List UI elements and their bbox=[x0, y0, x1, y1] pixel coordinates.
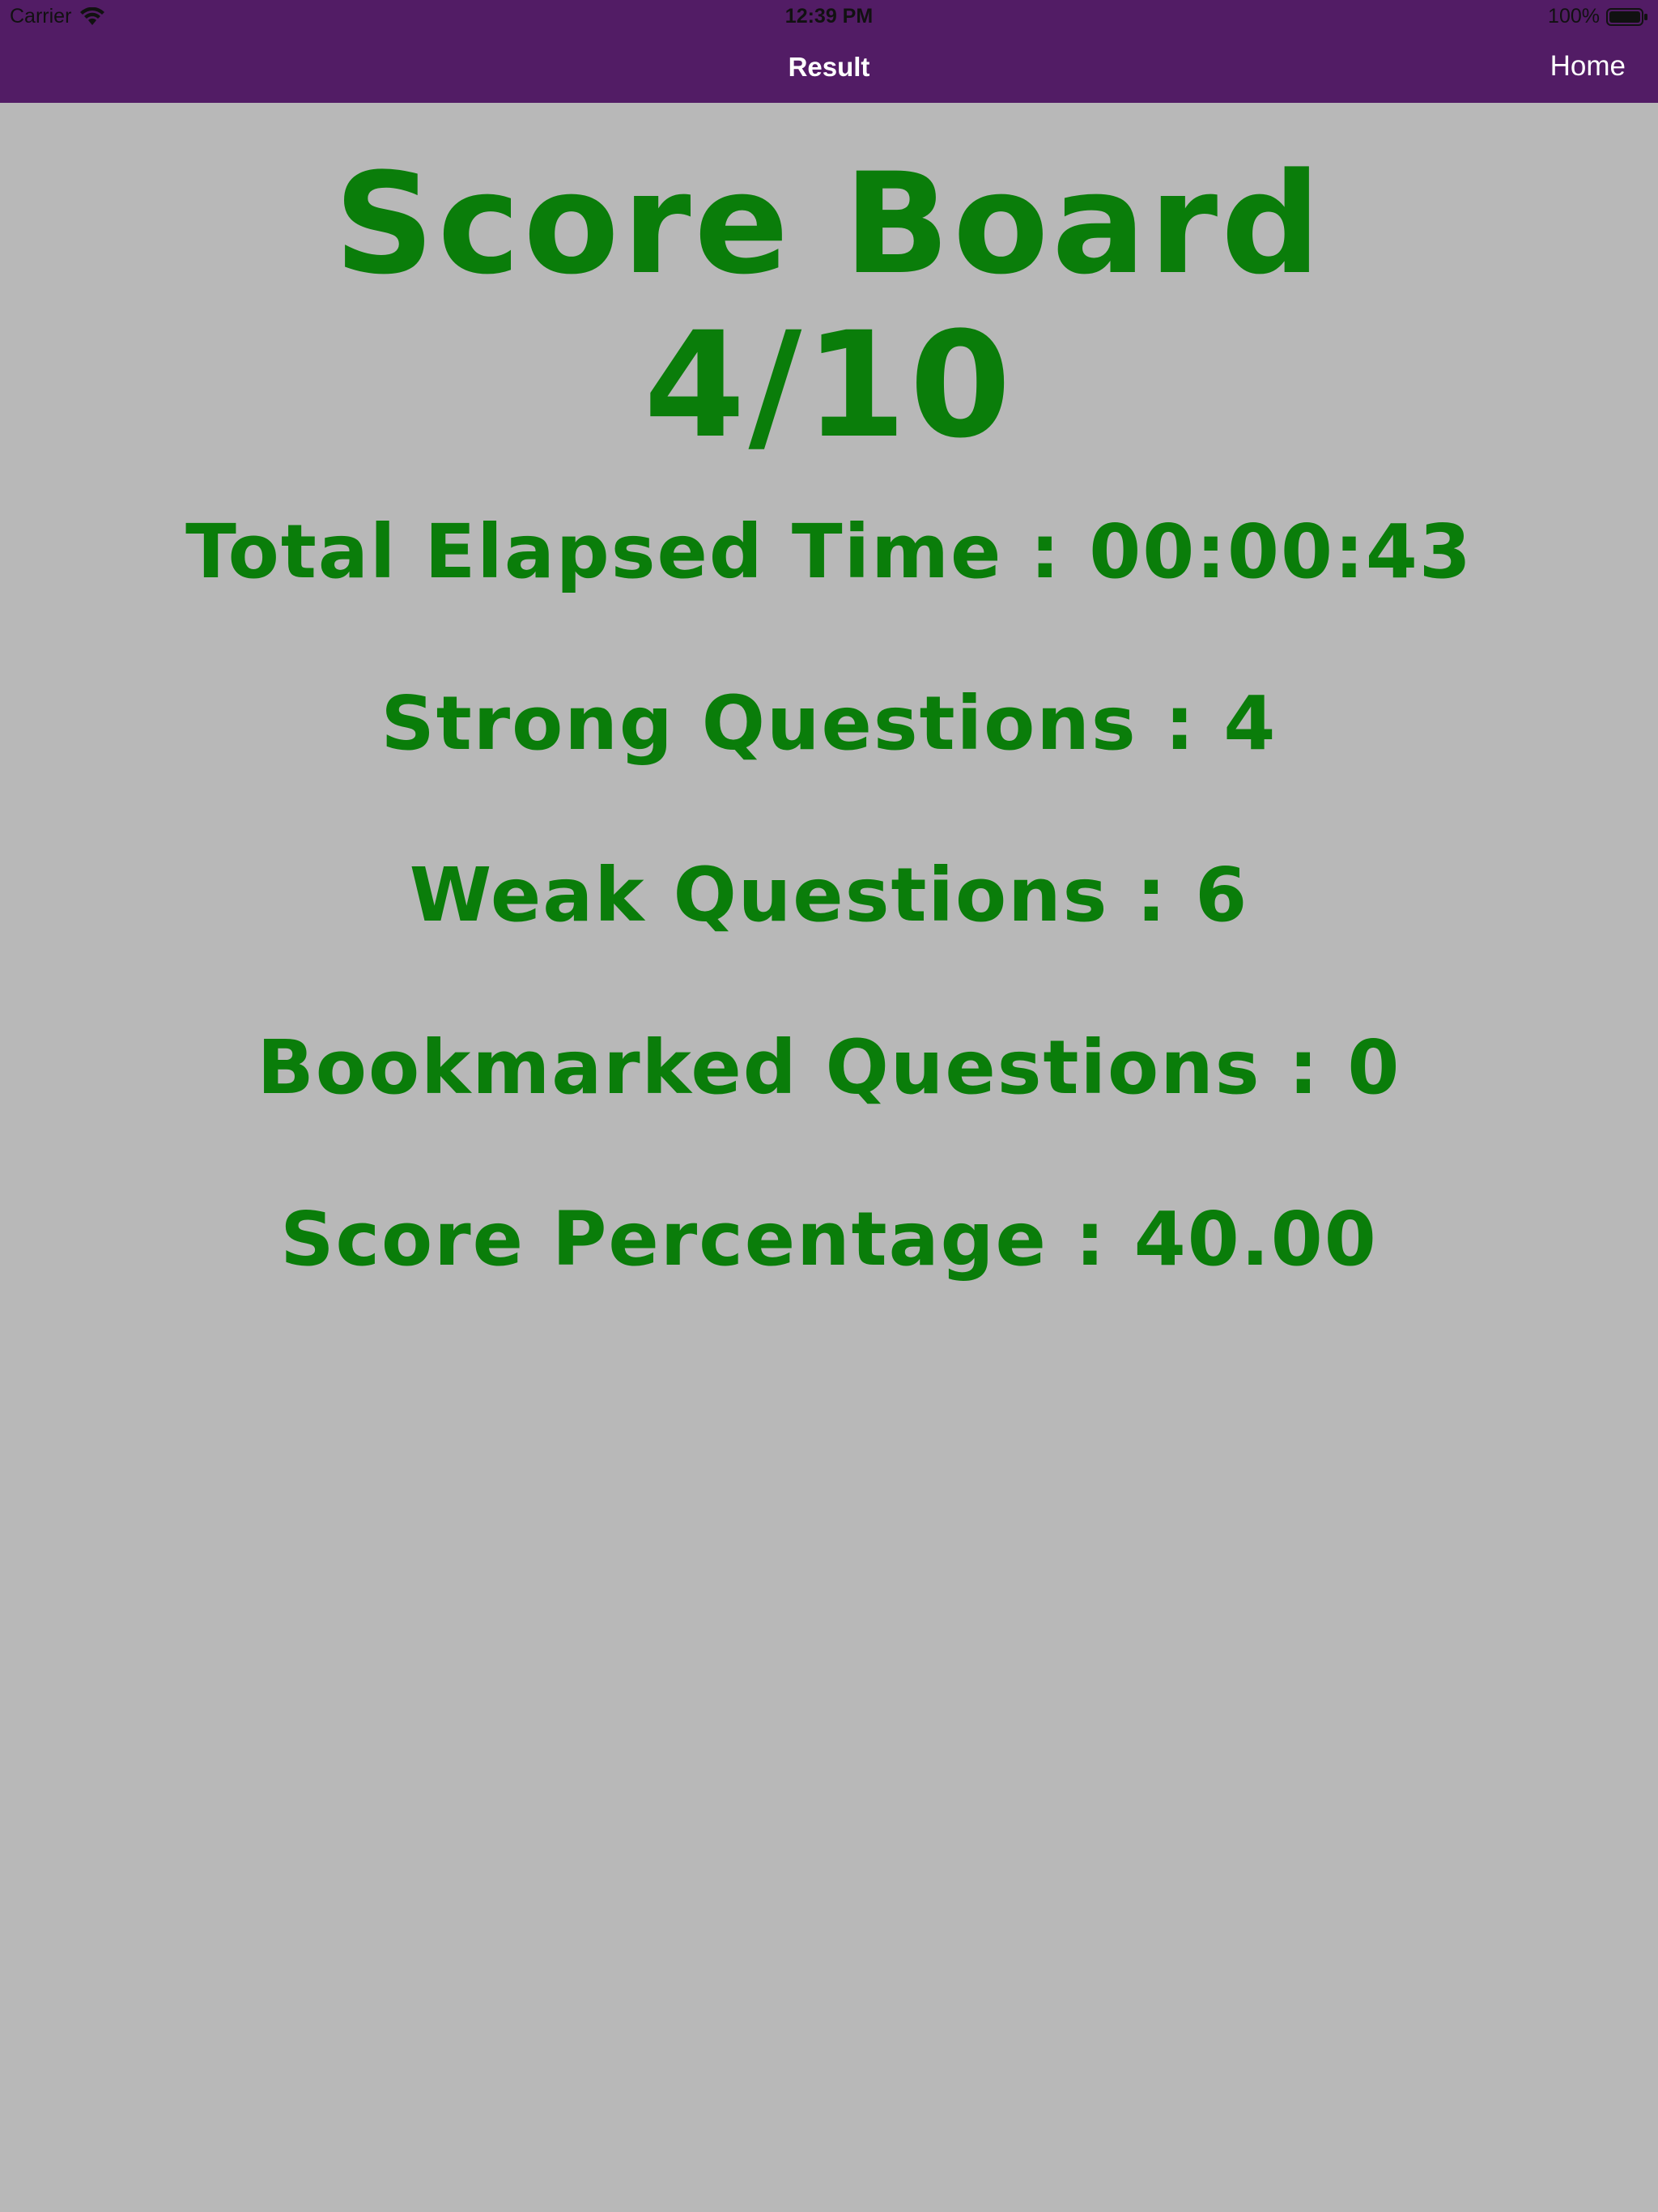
status-bar: Carrier 12:39 PM 100% bbox=[0, 0, 1658, 32]
status-battery: 100% bbox=[1548, 5, 1648, 28]
battery-percent: 100% bbox=[1548, 5, 1600, 28]
status-time: 12:39 PM bbox=[784, 5, 874, 28]
top-bar: Carrier 12:39 PM 100% Result Home bbox=[0, 0, 1658, 103]
bookmarked-questions: Bookmarked Questions : 0 bbox=[257, 1024, 1401, 1111]
weak-questions: Weak Questions : 6 bbox=[409, 852, 1249, 938]
score-board-title: Score Board bbox=[334, 143, 1324, 305]
score-value: 4/10 bbox=[644, 301, 1014, 470]
nav-title: Result bbox=[788, 52, 870, 82]
navigation-bar: Result Home bbox=[0, 32, 1658, 103]
strong-questions: Strong Questions : 4 bbox=[380, 680, 1278, 767]
home-button[interactable]: Home bbox=[1550, 50, 1626, 83]
battery-icon bbox=[1606, 7, 1647, 26]
elapsed-time: Total Elapsed Time : 00:00:43 bbox=[185, 508, 1473, 595]
score-percentage: Score Percentage : 40.00 bbox=[280, 1196, 1378, 1283]
